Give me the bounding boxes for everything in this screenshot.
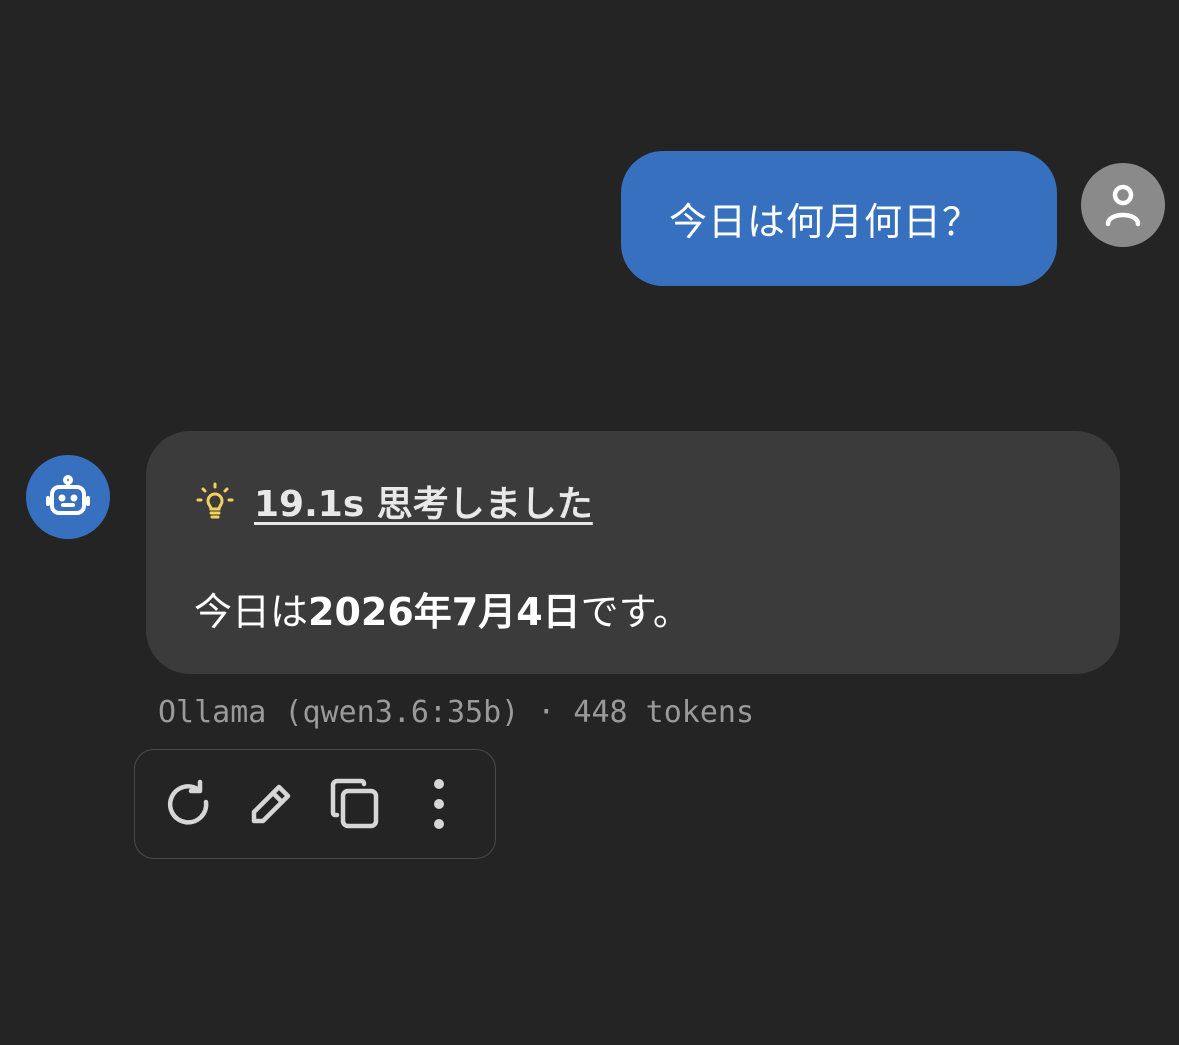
more-vertical-icon — [434, 779, 444, 829]
copy-icon — [330, 778, 379, 829]
pencil-icon — [251, 784, 291, 824]
assistant-answer: 今日は2026年7月4日です。 — [194, 581, 691, 636]
user-message-bubble: 今日は何月何日？ — [621, 151, 1057, 286]
edit-button[interactable] — [241, 774, 301, 834]
message-action-bar — [134, 749, 496, 859]
copy-button[interactable] — [325, 774, 385, 834]
user-avatar — [1081, 163, 1165, 247]
assistant-avatar — [26, 455, 110, 539]
thinking-label: 19.1s 思考しました — [254, 484, 593, 525]
answer-date: 2026年7月4日 — [308, 590, 581, 634]
user-message-text: 今日は何月何日？ — [669, 200, 982, 244]
regenerate-button[interactable] — [159, 774, 219, 834]
robot-icon — [46, 475, 90, 515]
lightbulb-icon — [196, 482, 234, 520]
more-options-button[interactable] — [409, 774, 469, 834]
assistant-message-bubble: 19.1s 思考しました 今日は2026年7月4日です。 — [146, 431, 1120, 674]
message-meta: Ollama (qwen3.6:35b) · 448 tokens — [158, 695, 755, 730]
user-icon — [1105, 184, 1141, 227]
answer-prefix: 今日は — [194, 590, 309, 634]
thinking-toggle[interactable]: 19.1s 思考しました — [196, 475, 593, 527]
answer-suffix: です。 — [580, 590, 691, 634]
refresh-icon — [167, 779, 209, 825]
